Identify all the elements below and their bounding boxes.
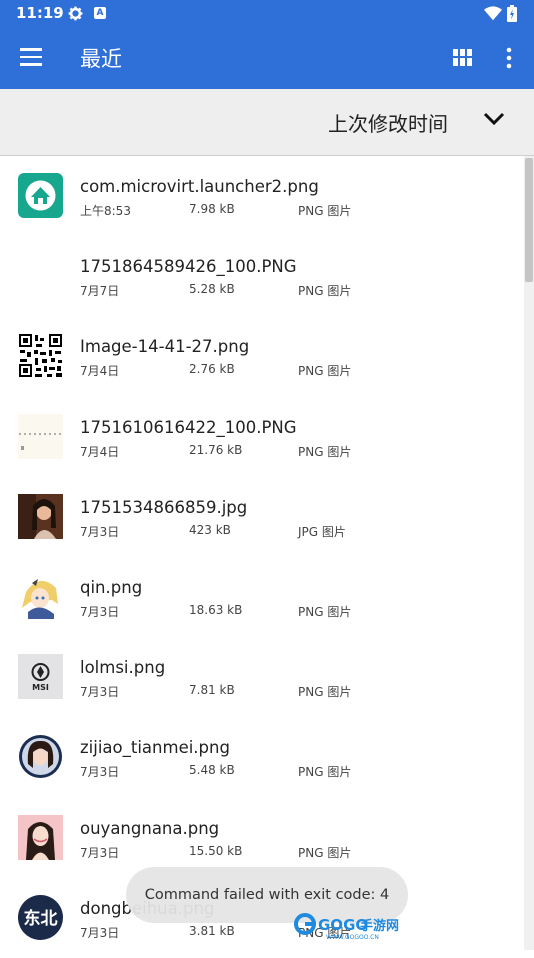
file-date: 7月3日 <box>80 925 120 940</box>
page-title: 最近 <box>80 47 122 71</box>
chevron-down-icon[interactable] <box>482 111 506 127</box>
settings-gear-icon <box>68 6 83 21</box>
portrait-thumbnail <box>18 734 63 780</box>
file-name: qin.png <box>80 577 143 597</box>
file-list-item[interactable]: 1751610616422_100.PNG 7月4日 21.76 kB PNG … <box>0 397 522 477</box>
file-type: PNG 图片 <box>298 685 352 700</box>
notification-a-icon: A <box>94 7 106 19</box>
file-size: 5.28 kB <box>189 282 235 297</box>
text-image-thumbnail <box>18 413 63 459</box>
file-list-item[interactable]: qin.png 7月3日 18.63 kB PNG 图片 <box>0 557 522 637</box>
file-date: 上午8:53 <box>80 204 131 218</box>
photo-thumbnail <box>18 493 63 539</box>
svg-text:MSI: MSI <box>32 683 49 692</box>
scrollbar-thumb[interactable] <box>525 158 533 282</box>
file-type: PNG 图片 <box>298 204 352 218</box>
file-list-item[interactable]: ouyangnana.png 7月3日 15.50 kB PNG 图片 <box>0 798 522 878</box>
file-date: 7月4日 <box>80 444 120 459</box>
file-list-item[interactable]: MSI lolmsi.png 7月3日 7.81 kB PNG 图片 <box>0 637 522 717</box>
file-date: 7月3日 <box>80 604 120 619</box>
file-size: 7.81 kB <box>189 683 235 698</box>
portrait-thumbnail <box>18 814 63 860</box>
file-type: PNG 图片 <box>298 364 352 379</box>
more-options-icon[interactable] <box>504 47 514 69</box>
file-type: JPG 图片 <box>298 524 346 539</box>
file-date: 7月3日 <box>80 845 120 860</box>
launcher-icon <box>18 173 63 218</box>
file-date: 7月3日 <box>80 524 120 539</box>
file-type: PNG 图片 <box>298 845 352 860</box>
grid-view-icon[interactable] <box>453 49 472 66</box>
anime-character-thumbnail <box>18 573 63 619</box>
svg-text:手游网: 手游网 <box>360 918 399 934</box>
app-bar: 最近 <box>0 27 534 89</box>
file-size: 21.76 kB <box>189 442 243 457</box>
watermark-logo: GOGO 手游网 WWW.GOGOO.CN <box>294 913 399 941</box>
file-list-item[interactable]: com.microvirt.launcher2.png 上午8:53 7.98 … <box>0 156 522 236</box>
status-bar: 11:19 A <box>0 0 534 27</box>
file-name: lolmsi.png <box>80 658 166 678</box>
file-name: ouyangnana.png <box>80 818 220 838</box>
sort-label[interactable]: 上次修改时间 <box>328 108 448 137</box>
hamburger-menu-icon[interactable] <box>20 48 42 66</box>
file-size: 423 kB <box>189 522 231 537</box>
file-name: zijiao_tianmei.png <box>80 738 230 758</box>
file-list-item[interactable]: 1751534866859.jpg 7月3日 423 kB JPG 图片 <box>0 477 522 557</box>
file-size: 3.81 kB <box>189 923 235 938</box>
svg-text:WWW.GOGOO.CN: WWW.GOGOO.CN <box>326 934 379 941</box>
file-list-item[interactable]: zijiao_tianmei.png 7月3日 5.48 kB PNG 图片 <box>0 717 522 797</box>
qr-code-thumbnail <box>18 333 63 379</box>
file-name: 1751534866859.jpg <box>80 497 248 517</box>
file-name: Image-14-41-27.png <box>80 337 250 357</box>
file-size: 18.63 kB <box>189 602 243 617</box>
file-type: PNG 图片 <box>298 765 352 780</box>
wifi-icon <box>484 6 502 21</box>
file-name: 1751610616422_100.PNG <box>80 417 297 437</box>
sort-bar[interactable]: 上次修改时间 <box>0 89 534 156</box>
svg-text:东北: 东北 <box>24 908 58 929</box>
file-list: com.microvirt.launcher2.png 上午8:53 7.98 … <box>0 156 522 958</box>
file-name: 1751864589426_100.PNG <box>80 257 297 277</box>
battery-icon <box>507 5 517 22</box>
file-type: PNG 图片 <box>298 444 352 459</box>
blank-thumbnail <box>18 253 63 298</box>
dongbei-text-thumbnail: 东北 <box>18 894 63 940</box>
file-date: 7月4日 <box>80 364 120 379</box>
file-size: 15.50 kB <box>189 843 243 858</box>
file-type: PNG 图片 <box>298 604 352 619</box>
file-type: PNG 图片 <box>298 284 352 299</box>
file-name: com.microvirt.launcher2.png <box>80 177 319 196</box>
file-list-item[interactable]: Image-14-41-27.png 7月4日 2.76 kB PNG 图片 <box>0 316 522 396</box>
msi-logo-thumbnail: MSI <box>18 654 63 700</box>
file-size: 7.98 kB <box>189 202 235 216</box>
file-date: 7月3日 <box>80 685 120 700</box>
status-time: 11:19 <box>16 4 64 22</box>
file-size: 5.48 kB <box>189 763 235 778</box>
file-list-item[interactable]: 1751864589426_100.PNG 7月7日 5.28 kB PNG 图… <box>0 236 522 316</box>
file-date: 7月7日 <box>80 284 120 299</box>
file-size: 2.76 kB <box>189 362 235 377</box>
file-date: 7月3日 <box>80 765 120 780</box>
